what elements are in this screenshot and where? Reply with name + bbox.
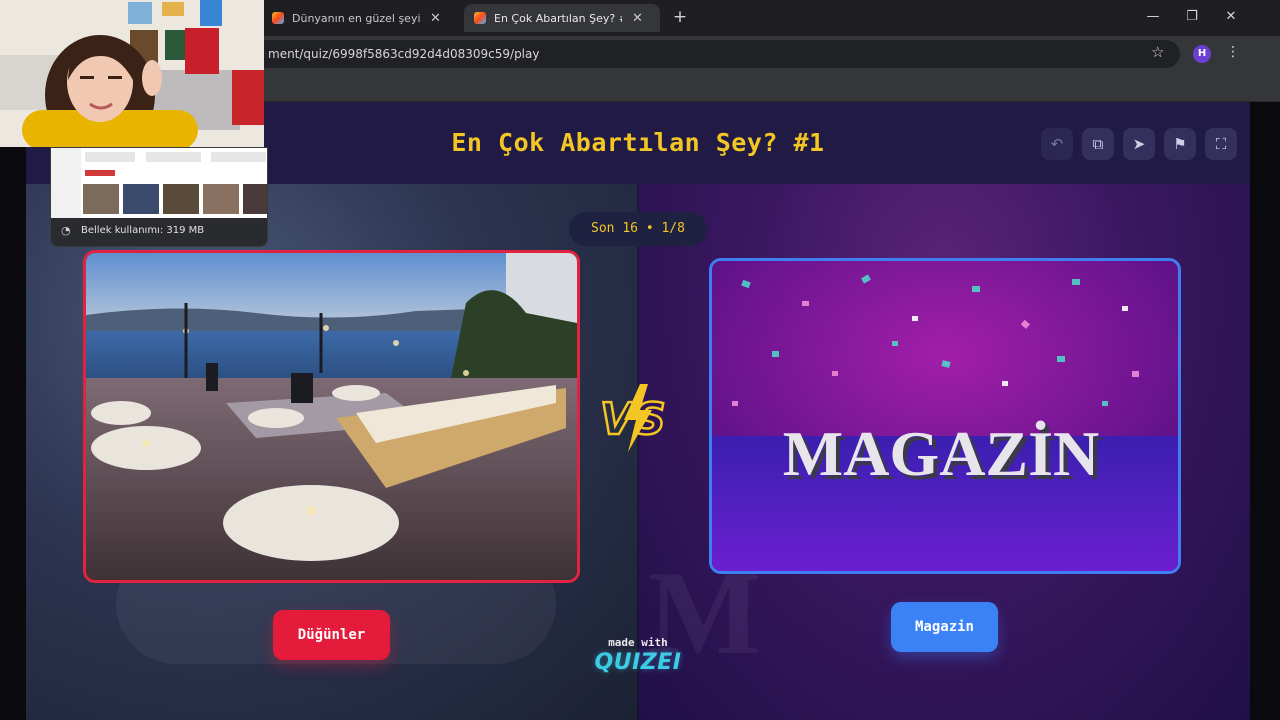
browser-menu-icon[interactable]: ⋮	[1226, 44, 1240, 60]
bookmark-star-icon[interactable]: ☆	[1151, 43, 1164, 61]
browser-tab-1[interactable]: Dünyanın en güzel şeyi - Tier Li ✕	[262, 4, 458, 32]
memory-gauge-icon: ◔	[61, 224, 71, 237]
tab-title: Dünyanın en güzel şeyi - Tier Li	[292, 11, 420, 25]
send-button[interactable]: ➤	[1123, 128, 1155, 160]
option-right-card[interactable]: MAGAZİN MAGAZİN	[709, 258, 1181, 574]
made-with-label: made with	[608, 636, 668, 649]
memory-usage-popup: ◔ Bellek kullanımı: 319 MB	[50, 147, 268, 247]
window-close-icon[interactable]: ✕	[1219, 6, 1243, 28]
url-text[interactable]: ment/quiz/6998f5863cd92d4d08309c59/play	[268, 47, 539, 61]
webcam-overlay	[0, 0, 264, 147]
tab-title: En Çok Abartılan Şey? #1 - Tier	[494, 11, 622, 25]
share-button[interactable]: ⧉	[1082, 128, 1114, 160]
report-flag-button[interactable]: ⚑	[1164, 128, 1196, 160]
browser-tab-2[interactable]: En Çok Abartılan Şey? #1 - Tier ✕	[464, 4, 660, 32]
versus-emblem: VS	[599, 384, 667, 452]
round-indicator: Son 16 • 1/8	[569, 212, 707, 246]
choose-right-button[interactable]: Magazin	[891, 602, 998, 652]
minimize-icon[interactable]: —	[1141, 6, 1165, 28]
quizei-logo[interactable]: QUIZEI	[586, 650, 690, 675]
profile-avatar[interactable]: H	[1193, 45, 1211, 63]
option-left-card[interactable]	[83, 250, 580, 583]
tab-close-icon[interactable]: ✕	[632, 11, 643, 26]
tab-close-icon[interactable]: ✕	[430, 11, 441, 26]
memory-usage-label: Bellek kullanımı: 319 MB	[81, 225, 205, 236]
magazin-logo-text: MAGAZİN	[783, 418, 1099, 489]
tab-preview-thumbnail	[51, 148, 267, 218]
webcam-feed-image	[0, 0, 264, 147]
tab-favicon-icon	[272, 12, 284, 24]
wedding-venue-image	[86, 253, 577, 580]
new-tab-button[interactable]: +	[670, 6, 690, 28]
magazin-image: MAGAZİN MAGAZİN	[712, 261, 1178, 571]
maximize-icon[interactable]: ❐	[1180, 6, 1204, 28]
choose-left-button[interactable]: Düğünler	[273, 610, 390, 660]
tab-favicon-icon	[474, 12, 486, 24]
undo-button[interactable]: ↶	[1041, 128, 1073, 160]
fullscreen-button[interactable]: ⛶	[1205, 128, 1237, 160]
screen: Dünyanın en güzel şeyi - Tier Li ✕ En Ço…	[0, 0, 1280, 720]
